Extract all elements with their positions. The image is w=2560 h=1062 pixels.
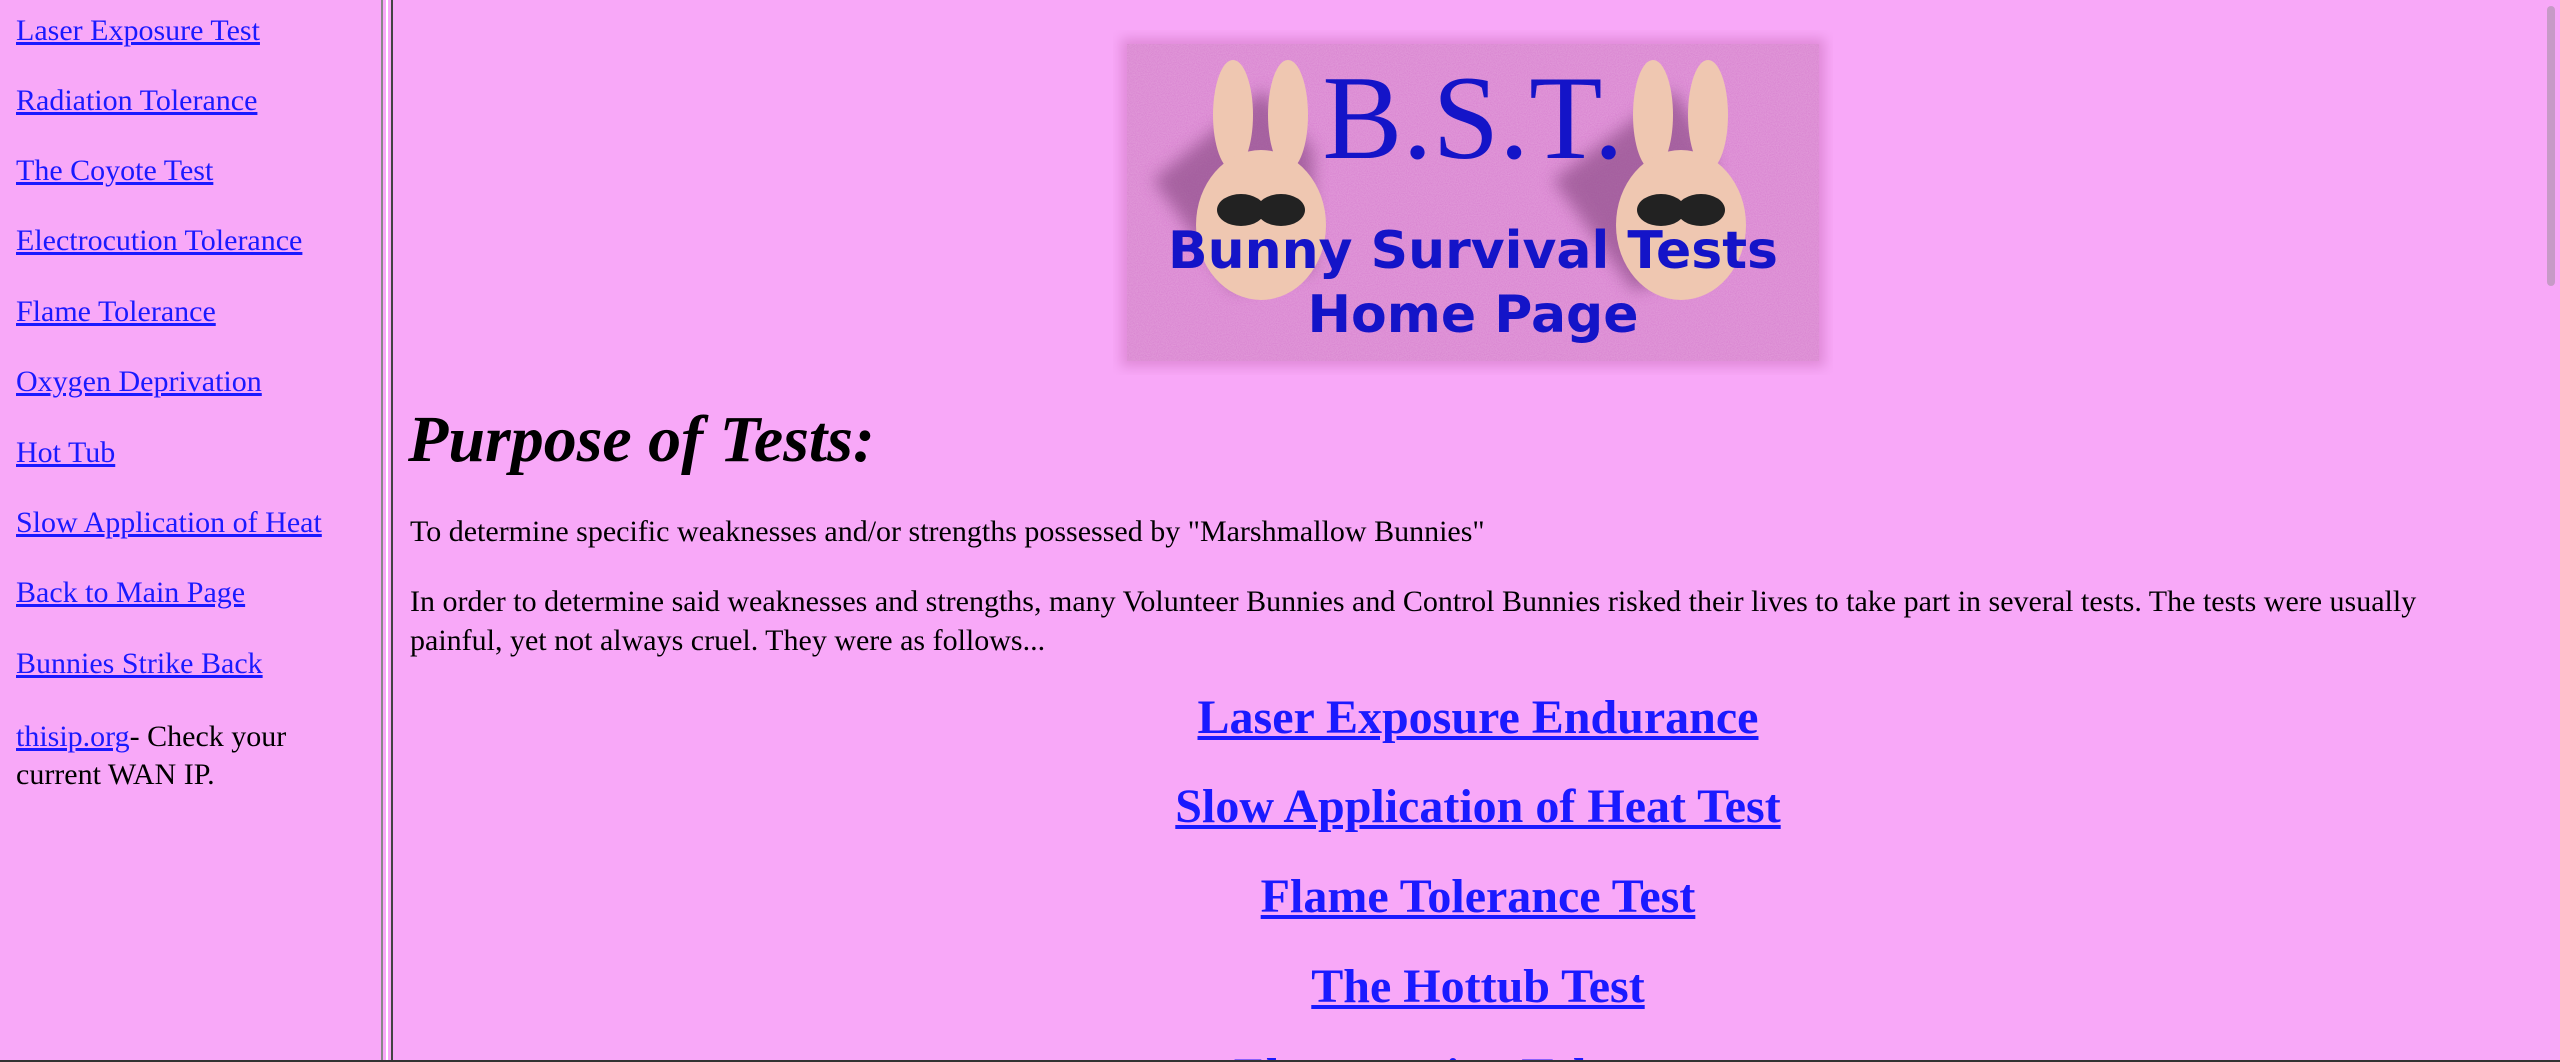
nav-link-electrocution-tolerance[interactable]: Electrocution Tolerance bbox=[16, 224, 302, 258]
test-link-slow-heat[interactable]: Slow Application of Heat Test bbox=[1175, 780, 1780, 833]
purpose-paragraph: To determine specific weaknesses and/or … bbox=[410, 515, 1485, 548]
test-link-row: Flame Tolerance Test bbox=[393, 869, 2543, 925]
main-frame: B.S.T. Bunny Survival Tests Home Page Pu… bbox=[393, 0, 2543, 1062]
test-link-laser-exposure[interactable]: Laser Exposure Endurance bbox=[1198, 691, 1759, 744]
page-heading: Purpose of Tests: bbox=[408, 403, 875, 476]
nav-link-back-to-main-page[interactable]: Back to Main Page bbox=[16, 576, 245, 610]
nav-link-hot-tub[interactable]: Hot Tub bbox=[16, 436, 115, 470]
bst-banner-image: B.S.T. Bunny Survival Tests Home Page bbox=[1113, 30, 1833, 375]
nav-link-oxygen-deprivation[interactable]: Oxygen Deprivation bbox=[16, 365, 262, 399]
nav-link-radiation-tolerance[interactable]: Radiation Tolerance bbox=[16, 84, 257, 118]
test-link-row: Laser Exposure Endurance bbox=[393, 690, 2543, 746]
nav-link-laser-exposure-test[interactable]: Laser Exposure Test bbox=[16, 14, 260, 48]
frame-divider[interactable] bbox=[381, 0, 393, 1062]
nav-link-bunnies-strike-back[interactable]: Bunnies Strike Back bbox=[16, 647, 263, 681]
nav-link-coyote-test[interactable]: The Coyote Test bbox=[16, 154, 213, 188]
intro-paragraph: In order to determine said weaknesses an… bbox=[410, 585, 2417, 657]
test-link-row: The Hottub Test bbox=[393, 959, 2543, 1015]
banner-subtitle: Bunny Survival Tests bbox=[1168, 221, 1778, 281]
nav-link-slow-application-of-heat[interactable]: Slow Application of Heat bbox=[16, 506, 322, 540]
wan-ip-note: thisip.org- Check your current WAN IP. bbox=[16, 718, 346, 794]
test-link-row: Slow Application of Heat Test bbox=[393, 779, 2543, 835]
thisip-link[interactable]: thisip.org bbox=[16, 720, 130, 753]
test-link-flame-tolerance[interactable]: Flame Tolerance Test bbox=[1261, 870, 1696, 923]
banner-subtitle-2: Home Page bbox=[1307, 285, 1638, 345]
page: Laser Exposure Test Radiation Tolerance … bbox=[0, 0, 2560, 1062]
scrollbar-thumb[interactable] bbox=[2547, 6, 2555, 286]
nav-frame: Laser Exposure Test Radiation Tolerance … bbox=[0, 0, 381, 1062]
vertical-scrollbar[interactable] bbox=[2543, 0, 2560, 1062]
test-link-hottub[interactable]: The Hottub Test bbox=[1311, 960, 1644, 1013]
banner-title: B.S.T. bbox=[1322, 51, 1623, 184]
nav-link-flame-tolerance[interactable]: Flame Tolerance bbox=[16, 295, 216, 329]
